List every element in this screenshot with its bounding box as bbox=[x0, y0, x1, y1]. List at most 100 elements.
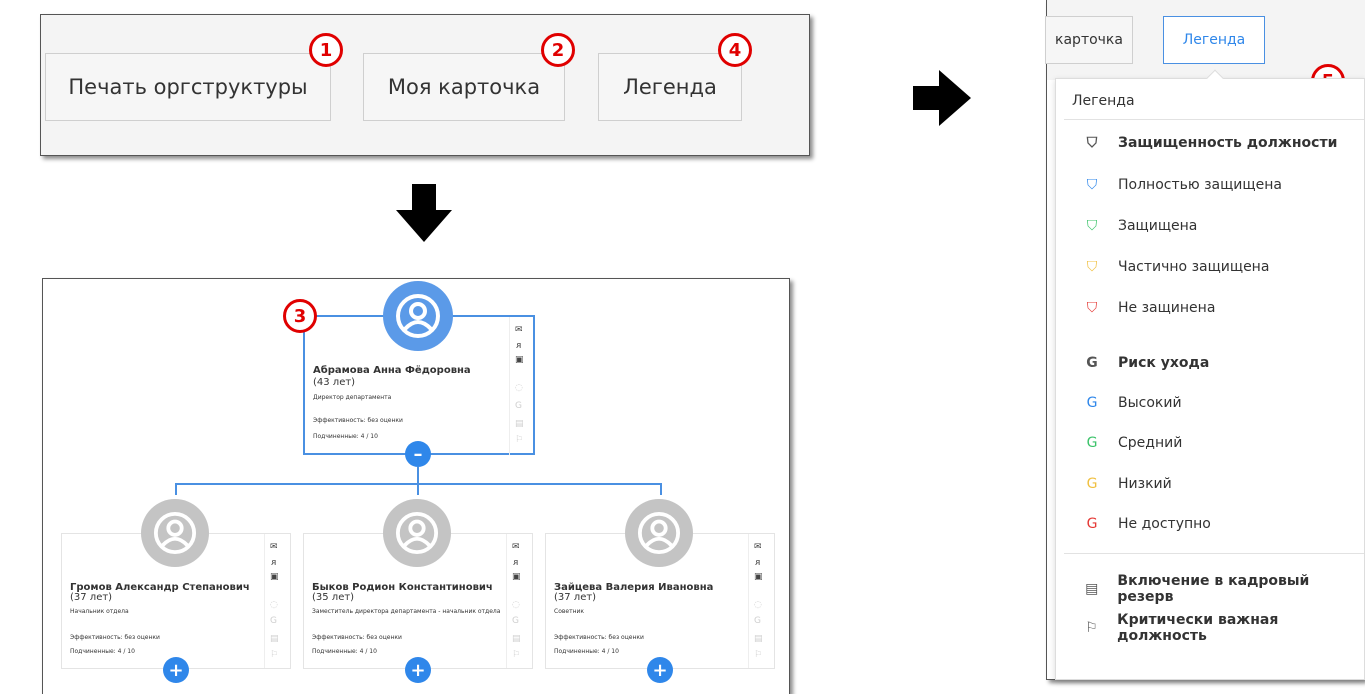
toolbar-panel: Печать оргструктуры Моя карточка Легенда… bbox=[40, 14, 810, 156]
legend-dropdown: Легенда ⛉ Защищенность должности ⛉ Полност… bbox=[1055, 69, 1365, 680]
employee-subordinates: Подчиненные: 4 / 10 bbox=[70, 648, 135, 655]
connector-line bbox=[417, 467, 419, 483]
legend-header: Легенда bbox=[1072, 93, 1135, 109]
risk-icon: G bbox=[515, 401, 522, 411]
legend-item: ⛉ Полностью защищена bbox=[1080, 177, 1282, 193]
risk-icon: G bbox=[512, 616, 519, 626]
expand-button[interactable]: + bbox=[163, 657, 189, 683]
exit-risk-icon: G bbox=[1086, 516, 1098, 532]
employee-position: Директор департамента bbox=[313, 394, 392, 401]
legend-item: G Низкий bbox=[1080, 476, 1172, 492]
person-icon bbox=[395, 511, 439, 555]
print-orgchart-button[interactable]: Печать оргструктуры bbox=[45, 53, 331, 121]
connector-line bbox=[417, 483, 419, 495]
person-icon bbox=[637, 511, 681, 555]
user-icon[interactable]: ᴙ bbox=[271, 558, 276, 568]
employee-efficiency: Эффективность: без оценки bbox=[554, 634, 644, 641]
right-arrow-icon bbox=[913, 70, 971, 126]
flag-icon: ⚐ bbox=[270, 650, 279, 660]
avatar bbox=[383, 499, 451, 567]
user-icon[interactable]: ᴙ bbox=[755, 558, 760, 568]
tab-legend[interactable]: Легенда bbox=[1163, 16, 1265, 64]
reserve-icon: ▤ bbox=[512, 634, 521, 644]
legend-panel: карточка Легенда 5 Легенда ⛉Защищенность… bbox=[1045, 0, 1365, 680]
employee-efficiency: Эффективность: без оценки bbox=[312, 634, 402, 641]
document-icon[interactable]: ▣ bbox=[270, 572, 279, 582]
user-icon[interactable]: ᴙ bbox=[513, 558, 518, 568]
my-card-button[interactable]: Моя карточка bbox=[363, 53, 565, 121]
mail-icon[interactable]: ✉ bbox=[754, 542, 762, 552]
legend-risk-title: G Риск ухода bbox=[1080, 355, 1209, 371]
employee-age: (37 лет) bbox=[554, 592, 597, 603]
document-icon[interactable]: ▣ bbox=[515, 355, 524, 365]
employee-age: (43 лет) bbox=[313, 377, 356, 388]
connector-line bbox=[175, 483, 177, 495]
flag-icon: ⚐ bbox=[754, 650, 763, 660]
down-arrow-icon bbox=[396, 184, 452, 242]
callout-badge-2: 2 bbox=[541, 33, 575, 67]
shield-icon: ◌ bbox=[270, 600, 278, 610]
flag-icon: ⚐ bbox=[512, 650, 521, 660]
person-icon bbox=[396, 294, 440, 338]
legend-item: ⛉ Защищена bbox=[1080, 218, 1198, 234]
user-icon[interactable]: ᴙ bbox=[516, 341, 521, 351]
shield-icon: ◌ bbox=[754, 600, 762, 610]
employee-efficiency: Эффективность: без оценки bbox=[313, 417, 403, 424]
expand-button[interactable]: + bbox=[405, 657, 431, 683]
mail-icon[interactable]: ✉ bbox=[512, 542, 520, 552]
reserve-icon: ▤ bbox=[270, 634, 279, 644]
mail-icon[interactable]: ✉ bbox=[515, 325, 523, 335]
legend-item: G Средний bbox=[1080, 435, 1183, 451]
legend-button[interactable]: Легенда bbox=[598, 53, 742, 121]
shield-icon: ⛉ bbox=[1086, 135, 1098, 151]
exit-risk-icon: G bbox=[1086, 435, 1098, 451]
tab-my-card[interactable]: карточка bbox=[1045, 16, 1133, 64]
shield-check-icon: ⛉ bbox=[1086, 218, 1098, 234]
employee-position: Заместитель директора департамента - нач… bbox=[312, 608, 501, 615]
connector-line bbox=[660, 483, 662, 495]
shield-icon: ◌ bbox=[515, 383, 523, 393]
document-icon[interactable]: ▣ bbox=[512, 572, 521, 582]
person-icon bbox=[153, 511, 197, 555]
reserve-icon: ▤ bbox=[754, 634, 763, 644]
legend-item: ⛉ Частично защищена bbox=[1080, 259, 1270, 275]
shield-icon: ◌ bbox=[512, 600, 520, 610]
legend-reserve: ▤ Включение в кадровый резерв bbox=[1080, 573, 1364, 605]
employee-subordinates: Подчиненные: 4 / 10 bbox=[312, 648, 377, 655]
callout-badge-3: 3 bbox=[283, 299, 317, 333]
employee-age: (35 лет) bbox=[312, 592, 355, 603]
mail-icon[interactable]: ✉ bbox=[270, 542, 278, 552]
callout-badge-4: 4 bbox=[718, 33, 752, 67]
expand-button[interactable]: + bbox=[647, 657, 673, 683]
employee-age: (37 лет) bbox=[70, 592, 113, 603]
employee-position: Начальник отдела bbox=[70, 608, 129, 615]
legend-critical: ⚐ Критически важная должность bbox=[1080, 612, 1364, 644]
exit-risk-icon: G bbox=[1086, 395, 1098, 411]
shield-check-icon: ⛉ bbox=[1086, 300, 1098, 316]
employee-position: Советник bbox=[554, 608, 585, 615]
shield-check-icon: ⛉ bbox=[1086, 177, 1098, 193]
avatar bbox=[625, 499, 693, 567]
avatar bbox=[383, 281, 453, 351]
legend-item: ⛉ Не защинена bbox=[1080, 300, 1216, 316]
document-icon[interactable]: ▣ bbox=[754, 572, 763, 582]
org-chart-panel: Абрамова Анна Фёдоровна (43 лет) Директо… bbox=[42, 278, 790, 694]
flag-icon: ⚐ bbox=[1085, 620, 1098, 636]
callout-badge-1: 1 bbox=[309, 33, 343, 67]
exit-risk-icon: G bbox=[1086, 355, 1098, 371]
employee-subordinates: Подчиненные: 4 / 10 bbox=[554, 648, 619, 655]
legend-item: G Не доступно bbox=[1080, 516, 1211, 532]
legend-protection-title: ⛉ Защищенность должности bbox=[1080, 135, 1338, 151]
risk-icon: G bbox=[270, 616, 277, 626]
flag-icon: ⚐ bbox=[515, 435, 524, 445]
collapse-button[interactable]: – bbox=[405, 441, 431, 467]
employee-efficiency: Эффективность: без оценки bbox=[70, 634, 160, 641]
risk-icon: G bbox=[754, 616, 761, 626]
exit-risk-icon: G bbox=[1086, 476, 1098, 492]
shield-check-icon: ⛉ bbox=[1086, 259, 1098, 275]
employee-subordinates: Подчиненные: 4 / 10 bbox=[313, 433, 378, 440]
reserve-icon: ▤ bbox=[515, 419, 524, 429]
reserve-document-icon: ▤ bbox=[1085, 581, 1099, 597]
legend-item: G Высокий bbox=[1080, 395, 1182, 411]
employee-name: Абрамова Анна Фёдоровна bbox=[313, 365, 471, 376]
